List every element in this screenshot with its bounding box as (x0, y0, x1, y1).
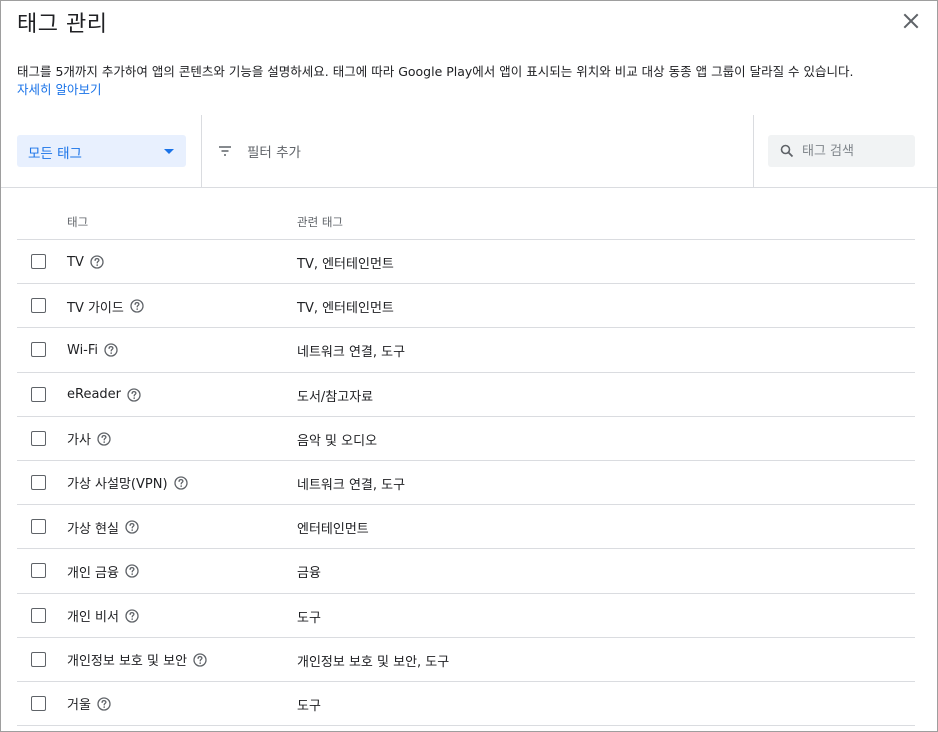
tag-cell: 거울 (67, 694, 111, 714)
row-checkbox[interactable] (31, 474, 46, 490)
search-icon (780, 144, 794, 158)
related-tags: 도구 (297, 698, 321, 714)
table-row: 개인 금융 금융 (17, 549, 915, 594)
tag-scope-select[interactable]: 모든 태그 (17, 135, 186, 167)
help-circle-icon[interactable] (173, 476, 188, 490)
dialog-description: 태그를 5개까지 추가하여 앱의 콘텐츠와 기능을 설명하세요. 태그에 따라 … (17, 63, 923, 99)
tag-cell: TV (67, 252, 104, 272)
related-tags: 음악 및 오디오 (297, 433, 378, 449)
table-row: 개인 비서 도구 (17, 594, 915, 638)
table-body: TV TV, 엔터테인먼트 TV 가이드 TV, 엔터테인먼트 Wi-Fi 네트… (17, 240, 915, 727)
tag-cell: 가상 현실 (67, 517, 139, 537)
table-row: 개인정보 보호 및 보안 개인정보 보호 및 보안, 도구 (17, 638, 915, 682)
help-circle-icon[interactable] (97, 432, 111, 446)
related-tags: TV, 엔터테인먼트 (297, 257, 394, 272)
tag-name: Wi-Fi (67, 342, 99, 358)
tag-cell: 가사 (67, 429, 111, 449)
help-circle-icon[interactable] (104, 343, 118, 358)
related-tags: 네트워크 연결, 도구 (297, 345, 406, 361)
related-tags: TV, 엔터테인먼트 (297, 301, 394, 317)
tag-name: 거울 (67, 698, 91, 714)
tag-name: 가사 (67, 433, 91, 449)
table-row: 가상 현실 엔터테인먼트 (17, 505, 915, 550)
tag-name: eReader (67, 387, 122, 403)
table-row: TV TV, 엔터테인먼트 (17, 240, 915, 285)
tag-name: 개인정보 보호 및 보안 (67, 654, 188, 670)
row-checkbox[interactable] (31, 695, 46, 711)
tag-cell: eReader (67, 385, 141, 405)
tag-name: 개인 금융 (67, 565, 119, 581)
related-tags: 도서/참고자료 (297, 389, 374, 405)
tag-name: 가상 사설망(VPN) (67, 477, 168, 493)
tag-name: 개인 비서 (67, 610, 119, 625)
related-tags: 엔터테인먼트 (297, 522, 369, 538)
related-tags: 개인정보 보호 및 보안, 도구 (297, 654, 450, 670)
row-checkbox[interactable] (31, 651, 46, 667)
tag-cell: TV 가이드 (67, 296, 144, 316)
tag-scope-value: 모든 태그 (28, 146, 82, 162)
manage-tags-dialog: 태그 관리 태그를 5개까지 추가하여 앱의 콘텐츠와 기능을 설명하세요. 태… (0, 0, 938, 732)
table-row: TV 가이드 TV, 엔터테인먼트 (17, 284, 915, 329)
tag-cell: 개인 금융 (67, 561, 139, 581)
tag-cell: 개인 비서 (67, 606, 139, 626)
help-circle-icon[interactable] (127, 387, 141, 402)
table-row: eReader 도서/참고자료 (17, 373, 915, 417)
tags-table: 태그 관련 태그 TV TV, 엔터테인먼트 TV 가이드 TV, 엔터테인먼트 (17, 199, 915, 727)
help-circle-icon[interactable] (90, 255, 104, 269)
row-checkbox[interactable] (31, 607, 46, 623)
filter-icon (219, 146, 231, 156)
column-header-tag: 태그 (67, 215, 89, 229)
tag-name: TV (67, 254, 84, 270)
tag-cell: 개인정보 보호 및 보안 (67, 650, 207, 670)
related-tags: 네트워크 연결, 도구 (297, 477, 406, 493)
filter-toolbar: 모든 태그 필터 추가 (1, 115, 937, 188)
related-tags: 금융 (297, 566, 321, 582)
dialog-title: 태그 관리 (17, 12, 108, 37)
toolbar-divider (753, 115, 754, 187)
row-checkbox[interactable] (31, 342, 46, 358)
learn-more-link[interactable]: 자세히 알아보기 (17, 82, 101, 97)
table-row: 거울 도구 (17, 682, 915, 727)
related-tags: 도구 (297, 610, 321, 626)
row-checkbox[interactable] (31, 563, 46, 579)
tag-name: 가상 현실 (67, 521, 119, 537)
table-row: 가상 사설망(VPN) 네트워크 연결, 도구 (17, 461, 915, 506)
close-icon[interactable] (901, 11, 921, 31)
help-circle-icon[interactable] (130, 299, 144, 313)
tag-cell: 가상 사설망(VPN) (67, 473, 188, 493)
help-circle-icon[interactable] (193, 653, 207, 667)
help-circle-icon[interactable] (125, 520, 139, 534)
add-filter-button[interactable]: 필터 추가 (217, 141, 301, 161)
column-header-related: 관련 태그 (297, 215, 343, 229)
row-checkbox[interactable] (31, 430, 46, 446)
row-checkbox[interactable] (31, 298, 46, 314)
add-filter-label: 필터 추가 (247, 145, 301, 161)
tag-cell: Wi-Fi (67, 340, 118, 360)
help-circle-icon[interactable] (97, 697, 111, 711)
table-row: Wi-Fi 네트워크 연결, 도구 (17, 328, 915, 373)
row-checkbox[interactable] (31, 386, 46, 402)
tag-name: TV 가이드 (67, 300, 124, 316)
tag-search-input[interactable] (802, 141, 908, 161)
toolbar-divider (201, 115, 202, 187)
help-circle-icon[interactable] (125, 608, 139, 623)
tag-search-box[interactable] (768, 135, 915, 167)
table-header: 태그 관련 태그 (17, 199, 915, 240)
help-circle-icon[interactable] (125, 564, 139, 578)
row-checkbox[interactable] (31, 254, 46, 269)
caret-down-icon (164, 149, 174, 154)
description-text: 태그를 5개까지 추가하여 앱의 콘텐츠와 기능을 설명하세요. 태그에 따라 … (17, 64, 854, 79)
table-row: 가사 음악 및 오디오 (17, 417, 915, 461)
row-checkbox[interactable] (31, 519, 46, 535)
